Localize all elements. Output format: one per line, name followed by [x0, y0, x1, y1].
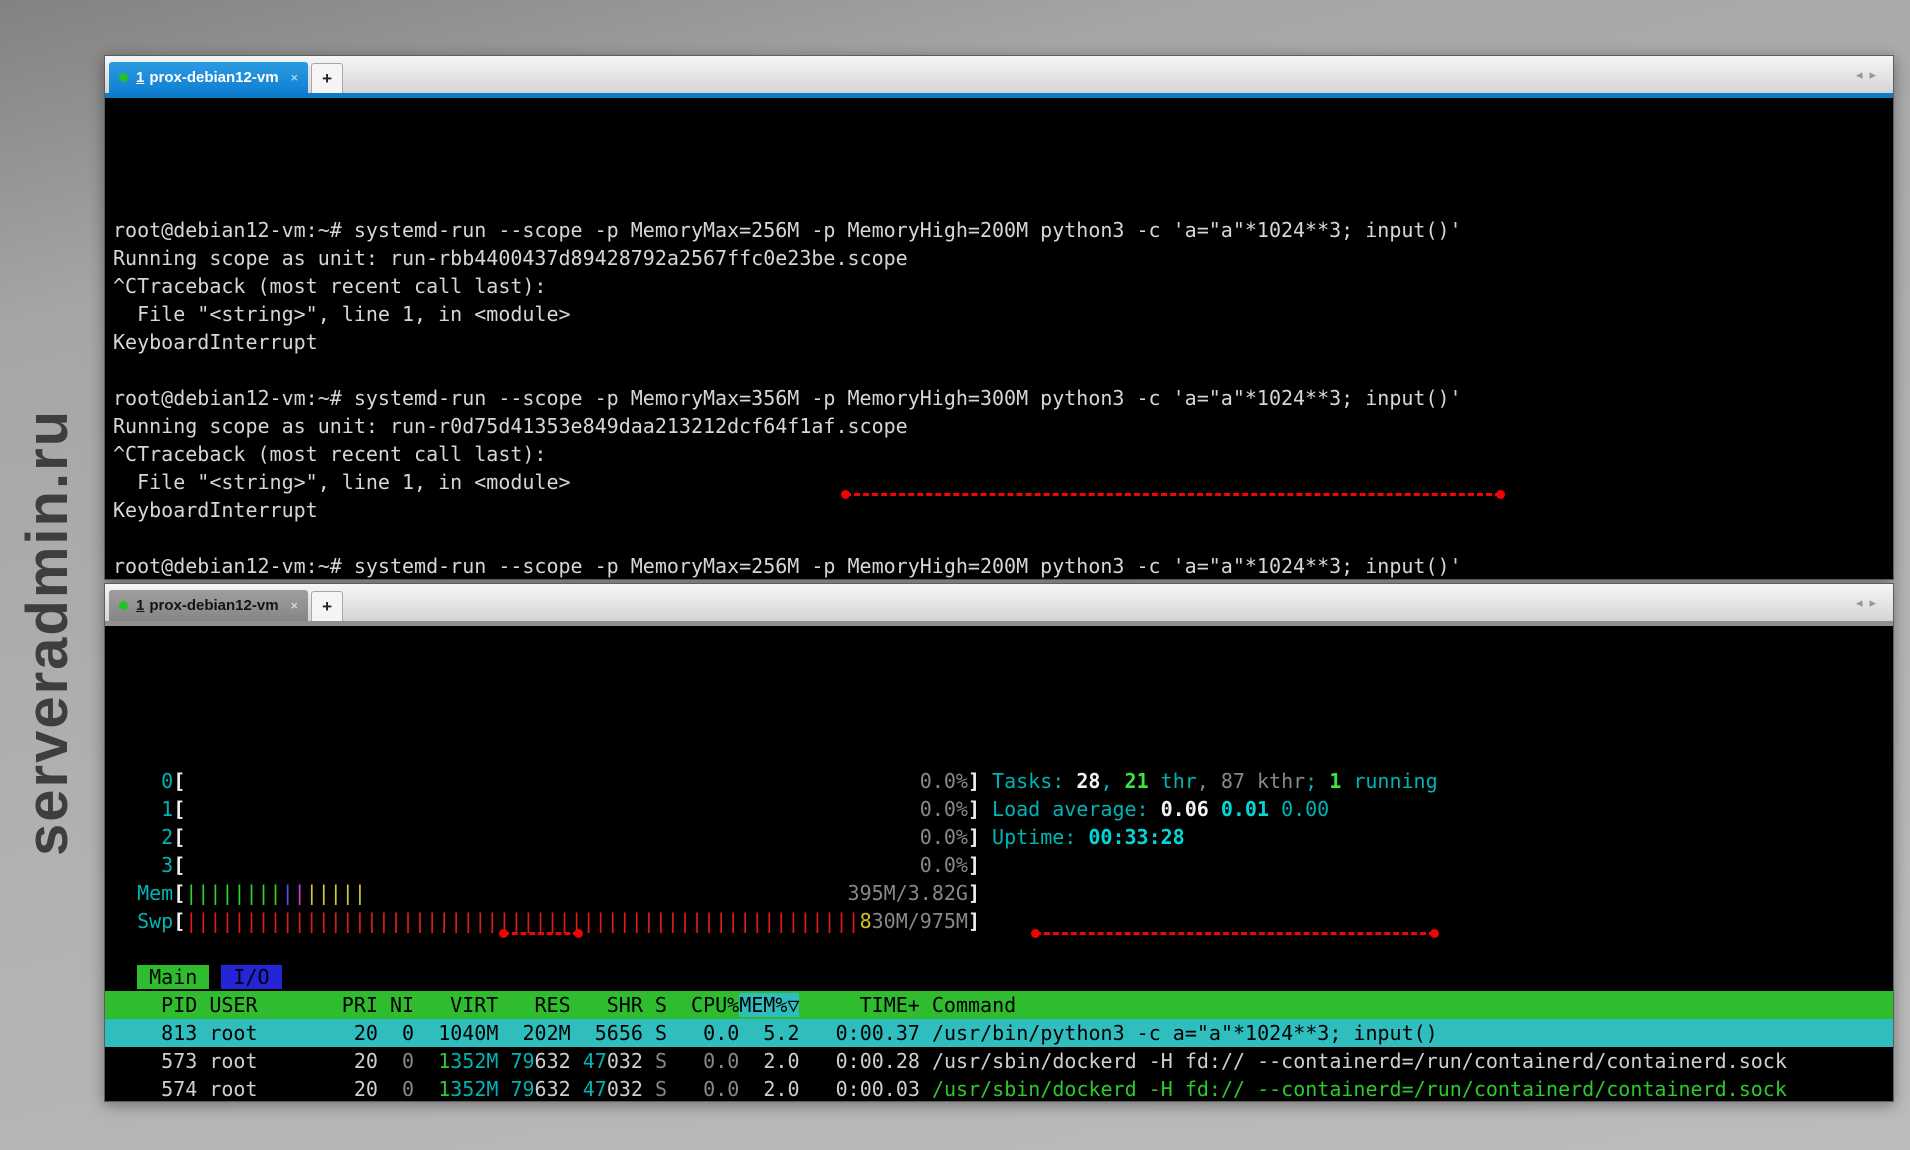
terminal-line: ^CTraceback (most recent call last): [113, 272, 1885, 300]
process-row-574[interactable]: 574 root 20 0 1352M 79632 47032 S 0.0 2.… [113, 1075, 1885, 1101]
process-row-573[interactable]: 573 root 20 0 1352M 79632 47032 S 0.0 2.… [113, 1047, 1885, 1075]
column-header-time[interactable]: TIME+ [799, 993, 919, 1017]
chevron-left-icon[interactable]: ◂ [1856, 595, 1870, 610]
terminal-line: root@debian12-vm:~# systemd-run --scope … [113, 216, 1885, 244]
terminal-line: ^CTraceback (most recent call last): [113, 440, 1885, 468]
column-header-pri[interactable]: PRI [330, 993, 378, 1017]
tab-bar-top: 1 prox-debian12-vm × + ◂▸ [105, 56, 1893, 93]
watermark-text: serveradmin.ru [14, 409, 81, 856]
tab-index: 1 [136, 69, 144, 86]
column-header-user[interactable]: USER [209, 993, 329, 1017]
tab-title: prox-debian12-vm [149, 69, 278, 86]
terminal-line: KeyboardInterrupt [113, 496, 1885, 524]
process-table-header[interactable]: PID USER PRI NI VIRT RES SHR S CPU%MEM%▽… [105, 991, 1893, 1019]
column-header-cpu[interactable]: CPU% [667, 993, 739, 1017]
chevron-right-icon[interactable]: ▸ [1869, 595, 1883, 610]
close-icon[interactable]: × [291, 70, 299, 85]
tab-scroll-arrows[interactable]: ◂▸ [1856, 595, 1883, 611]
terminal-line: Running scope as unit: run-rbb4400437d89… [113, 244, 1885, 272]
cpu2-meter-and-uptime: 2[ 0.0%] Uptime: 00:33:28 [113, 823, 1885, 851]
tab-index: 1 [136, 597, 144, 614]
chevron-left-icon[interactable]: ◂ [1856, 67, 1870, 82]
new-tab-button[interactable]: + [311, 591, 343, 621]
session-active-dot-icon [119, 73, 128, 82]
cpu1-meter-and-load: 1[ 0.0%] Load average: 0.06 0.01 0.00 [113, 795, 1885, 823]
memory-meter: Mem[||||||||||||||| 395M/3.82G] [113, 879, 1885, 907]
column-header-res[interactable]: RES [498, 993, 570, 1017]
chevron-right-icon[interactable]: ▸ [1869, 67, 1883, 82]
session-active-dot-icon [119, 601, 128, 610]
tab-title: prox-debian12-vm [149, 597, 278, 614]
terminal-window-top[interactable]: 1 prox-debian12-vm × + ◂▸ root@debian12-… [104, 55, 1894, 580]
tab-bar-bottom: 1 prox-debian12-vm × + ◂▸ [105, 584, 1893, 621]
htop-screen-tabs[interactable]: Main I/O [113, 963, 1885, 991]
terminal-line: root@debian12-vm:~# systemd-run --scope … [113, 384, 1885, 412]
terminal-line: File "<string>", line 1, in <module> [113, 468, 1885, 496]
column-header-pid[interactable]: PID [113, 993, 197, 1017]
terminal-line: KeyboardInterrupt [113, 328, 1885, 356]
htop-screen[interactable]: 0[ 0.0%] Tasks: 28, 21 thr, 87 kthr; 1 r… [105, 626, 1893, 1101]
tab-scroll-arrows[interactable]: ◂▸ [1856, 67, 1883, 83]
tab-prox-debian12-vm-top[interactable]: 1 prox-debian12-vm × [109, 62, 308, 93]
column-header-shr[interactable]: SHR [571, 993, 643, 1017]
terminal-line [113, 356, 1885, 384]
terminal-line: File "<string>", line 1, in <module> [113, 300, 1885, 328]
column-header-virt[interactable]: VIRT [414, 993, 498, 1017]
column-header-mem[interactable]: MEM%▽ [739, 993, 799, 1017]
new-tab-button[interactable]: + [311, 63, 343, 93]
swap-meter: Swp[||||||||||||||||||||||||||||||||||||… [113, 907, 1885, 935]
close-icon[interactable]: × [291, 598, 299, 613]
blank-line [113, 935, 1885, 963]
terminal-line: Running scope as unit: run-r0d75d41353e8… [113, 412, 1885, 440]
terminal-line: root@debian12-vm:~# systemd-run --scope … [113, 552, 1885, 579]
column-header-cmd[interactable]: Command [932, 993, 1016, 1017]
terminal-line [113, 524, 1885, 552]
tab-prox-debian12-vm-bottom[interactable]: 1 prox-debian12-vm × [109, 590, 308, 621]
terminal-window-bottom[interactable]: 1 prox-debian12-vm × + ◂▸ 0[ 0.0%] Tasks… [104, 583, 1894, 1102]
terminal-output-top[interactable]: root@debian12-vm:~# systemd-run --scope … [105, 98, 1893, 579]
process-row-813[interactable]: 813 root 20 0 1040M 202M 5656 S 0.0 5.2 … [105, 1019, 1893, 1047]
cpu0-meter-and-tasks: 0[ 0.0%] Tasks: 28, 21 thr, 87 kthr; 1 r… [113, 767, 1885, 795]
cpu3-meter: 3[ 0.0%] [113, 851, 1885, 879]
column-header-s[interactable]: S [643, 993, 667, 1017]
column-header-ni[interactable]: NI [378, 993, 414, 1017]
